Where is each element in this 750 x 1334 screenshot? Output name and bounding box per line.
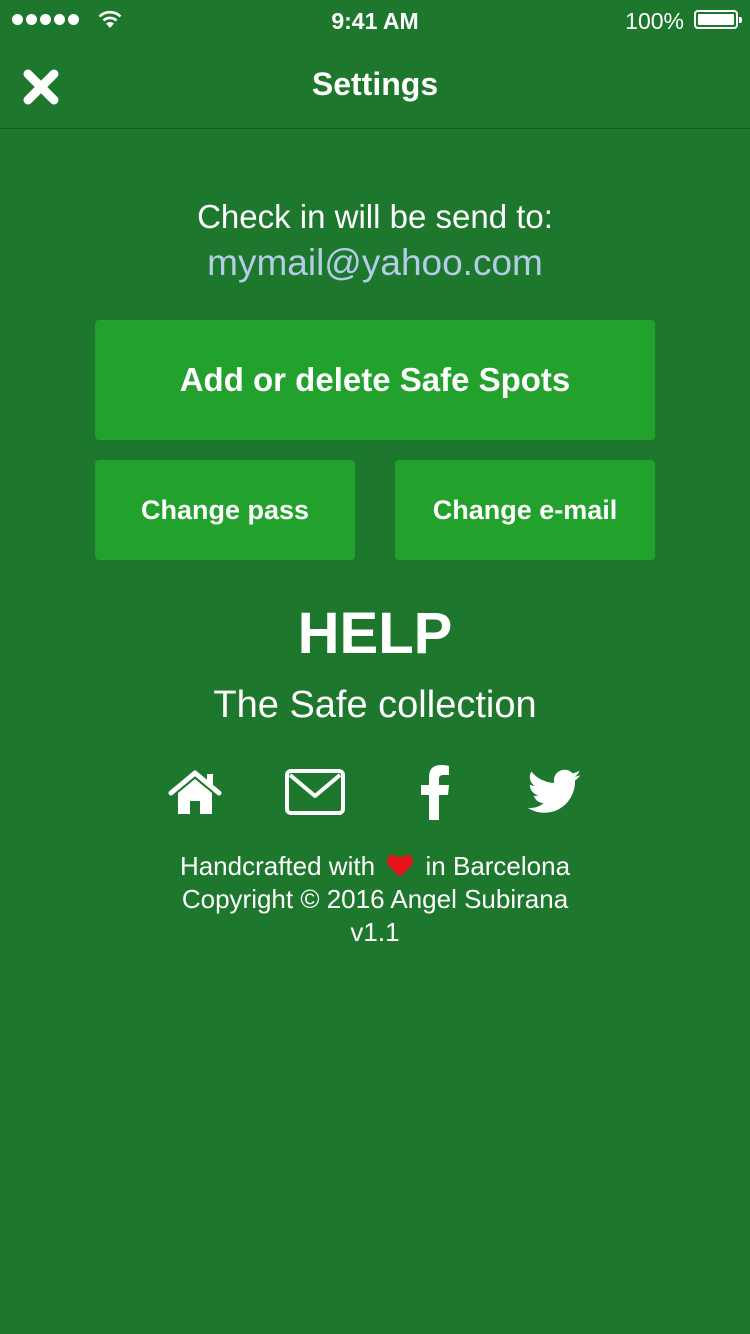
battery-percentage: 100% [625,8,684,34]
home-icon[interactable] [163,760,227,824]
mail-icon[interactable] [283,760,347,824]
collection-link[interactable]: The Safe collection [0,684,750,727]
twitter-icon[interactable] [523,760,587,824]
handcrafted-text: Handcrafted with [179,851,376,881]
footer: Handcrafted with in Barcelona Copyright … [0,850,750,949]
heart-icon [387,854,414,877]
battery-icon [694,10,742,29]
change-pass-button[interactable]: Change pass [95,460,355,560]
page-title: Settings [311,66,439,102]
navigation-bar: Settings [0,40,750,129]
copyright-text: Copyright © 2016 Angel Subirana [181,884,569,914]
location-text: in Barcelona [425,851,571,881]
version-text: v1.1 [350,917,400,947]
help-heading: HELP [297,601,453,666]
handcrafted-line: Handcrafted with in Barcelona [0,850,750,883]
change-email-button[interactable]: Change e-mail [395,460,655,560]
status-bar: 9:41 AM 100% [0,0,750,40]
safe-spots-button[interactable]: Add or delete Safe Spots [95,320,655,440]
facebook-icon[interactable] [403,760,467,824]
check-in-label: Check in will be send to: [197,198,553,235]
check-in-email: mymail@yahoo.com [207,242,543,283]
